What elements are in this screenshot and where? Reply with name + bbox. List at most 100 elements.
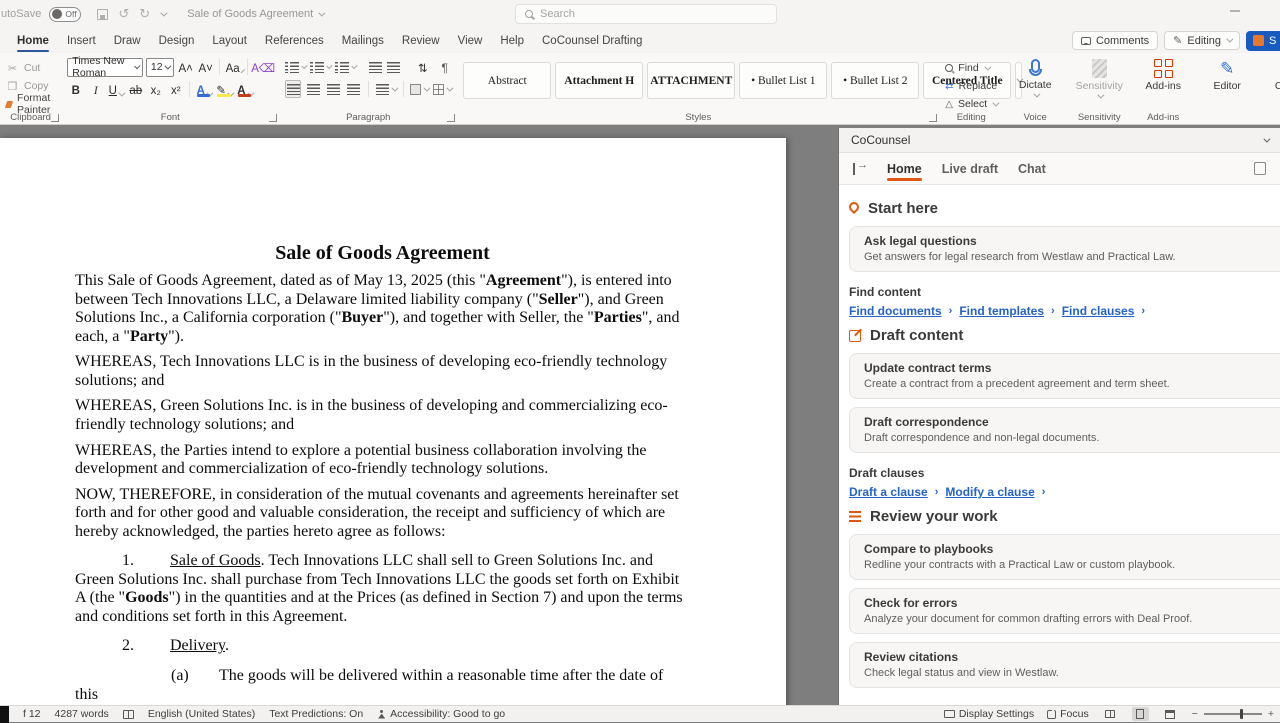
autosave-toggle[interactable]: Off: [49, 7, 81, 22]
multilevel-list-button[interactable]: [335, 58, 355, 76]
grow-font-button[interactable]: A˄: [177, 58, 194, 76]
addins-button[interactable]: Add-ins: [1137, 56, 1189, 92]
link-find-documents[interactable]: Find documents: [849, 304, 942, 318]
numbering-button[interactable]: [310, 58, 330, 76]
cocounsel-tab-home[interactable]: Home: [887, 155, 922, 183]
align-left-button[interactable]: [285, 80, 301, 98]
align-center-button[interactable]: [306, 80, 321, 98]
card-review-citations[interactable]: Review citationsCheck legal status and v…: [849, 642, 1280, 688]
font-name-combobox[interactable]: Times New Roman: [67, 58, 143, 77]
zoom-out-button[interactable]: −: [1192, 708, 1198, 720]
sensitivity-button[interactable]: Sensitivity: [1073, 56, 1125, 99]
share-button[interactable]: S: [1246, 31, 1280, 51]
tab-references[interactable]: References: [256, 28, 333, 53]
style-abstract[interactable]: Abstract: [463, 62, 551, 99]
clipboard-dialog-launcher[interactable]: [51, 114, 59, 122]
bold-button[interactable]: B: [67, 80, 84, 98]
bullets-button[interactable]: [285, 58, 305, 76]
web-layout-button[interactable]: [1162, 707, 1179, 721]
undo-icon[interactable]: ↺: [118, 6, 129, 22]
comments-button[interactable]: Comments: [1072, 31, 1158, 50]
focus-button[interactable]: Focus: [1047, 708, 1089, 720]
card-draft-correspondence[interactable]: Draft correspondenceDraft correspondence…: [849, 407, 1280, 453]
cocounsel-tab-live-draft[interactable]: Live draft: [942, 155, 998, 183]
shading-button[interactable]: [410, 80, 428, 98]
font-dialog-launcher[interactable]: [269, 114, 277, 122]
copilot-button[interactable]: Copilot: [1265, 56, 1280, 92]
cut-button[interactable]: ✂ Cut: [6, 60, 55, 76]
card-compare-to-playbooks[interactable]: Compare to playbooksRedline your contrac…: [849, 534, 1280, 580]
change-case-button[interactable]: Aa: [225, 58, 242, 76]
justify-button[interactable]: [346, 80, 361, 98]
tab-insert[interactable]: Insert: [58, 28, 105, 53]
style-bullet-list-1[interactable]: • Bullet List 1: [739, 62, 827, 99]
card-update-contract-terms[interactable]: Update contract termsCreate a contract f…: [849, 353, 1280, 399]
underline-button[interactable]: U: [107, 80, 124, 98]
search-input[interactable]: Search: [515, 4, 777, 24]
increase-indent-button[interactable]: [387, 58, 400, 76]
read-mode-button[interactable]: [1102, 707, 1119, 721]
save-icon[interactable]: [97, 9, 108, 20]
proofing-status[interactable]: [123, 710, 134, 719]
document-title-menu[interactable]: Sale of Goods Agreement: [187, 8, 323, 20]
font-color-button[interactable]: A: [236, 80, 253, 98]
panel-chevron-down-icon[interactable]: [1263, 135, 1270, 142]
card-check-for-errors[interactable]: Check for errorsAnalyze your document fo…: [849, 588, 1280, 634]
highlight-button[interactable]: ✎: [215, 80, 233, 98]
editing-mode-button[interactable]: ✎ Editing: [1164, 31, 1240, 50]
print-layout-button[interactable]: [1132, 707, 1149, 721]
strikethrough-button[interactable]: ab: [127, 80, 144, 98]
line-spacing-button[interactable]: [376, 80, 396, 98]
editor-button[interactable]: ✎ Editor: [1201, 56, 1253, 92]
style-bullet-list-2[interactable]: • Bullet List 2: [831, 62, 919, 99]
clear-formatting-button[interactable]: A⌫: [253, 58, 273, 76]
styles-dialog-launcher[interactable]: [929, 114, 937, 122]
show-formatting-marks-button[interactable]: ¶: [436, 58, 453, 76]
tab-layout[interactable]: Layout: [203, 28, 256, 53]
paragraph-dialog-launcher[interactable]: [447, 114, 455, 122]
dictate-button[interactable]: Dictate: [1009, 56, 1061, 98]
font-size-combobox[interactable]: 12: [146, 58, 174, 77]
superscript-button[interactable]: x²: [167, 80, 184, 98]
format-painter-button[interactable]: Format Painter: [6, 96, 55, 112]
cocounsel-tab-chat[interactable]: Chat: [1018, 155, 1046, 183]
collapse-panel-icon[interactable]: [853, 163, 867, 175]
redo-icon[interactable]: ↻: [139, 6, 150, 22]
quick-access-caret-icon[interactable]: [161, 9, 168, 16]
panel-book-icon[interactable]: [1254, 162, 1266, 175]
tab-cocounsel-drafting[interactable]: CoCounsel Drafting: [533, 28, 651, 53]
minimize-button[interactable]: [1230, 10, 1240, 12]
accessibility-status[interactable]: Accessibility: Good to go: [377, 708, 505, 720]
document-page[interactable]: Sale of Goods Agreement This Sale of Goo…: [0, 138, 786, 705]
link-modify-a-clause[interactable]: Modify a clause: [945, 485, 1034, 499]
subscript-button[interactable]: x₂: [147, 80, 164, 98]
tab-design[interactable]: Design: [150, 28, 204, 53]
tab-home[interactable]: Home: [8, 28, 58, 53]
text-predictions[interactable]: Text Predictions: On: [269, 708, 363, 720]
card-ask-legal-questions[interactable]: Ask legal questionsGet answers for legal…: [849, 226, 1280, 272]
tab-draw[interactable]: Draw: [105, 28, 150, 53]
word-count[interactable]: 4287 words: [55, 708, 109, 720]
link-find-clauses[interactable]: Find clauses: [1062, 304, 1135, 318]
link-find-templates[interactable]: Find templates: [959, 304, 1044, 318]
borders-button[interactable]: [433, 80, 451, 98]
tab-mailings[interactable]: Mailings: [333, 28, 393, 53]
link-draft-a-clause[interactable]: Draft a clause: [849, 485, 928, 499]
align-right-button[interactable]: [326, 80, 341, 98]
select-button[interactable]: △Select: [945, 96, 997, 112]
decrease-indent-button[interactable]: [369, 58, 382, 76]
find-button[interactable]: Find: [945, 60, 997, 76]
style-attachment[interactable]: ATTACHMENT: [647, 62, 735, 99]
italic-button[interactable]: I: [87, 80, 104, 98]
shrink-font-button[interactable]: A˅: [197, 58, 214, 76]
page-indicator[interactable]: f 12: [23, 708, 41, 720]
zoom-slider-handle[interactable]: [1240, 709, 1244, 719]
sort-button[interactable]: ⇅: [414, 58, 431, 76]
zoom-slider[interactable]: [1204, 713, 1262, 715]
display-settings-button[interactable]: Display Settings: [944, 708, 1034, 720]
tab-view[interactable]: View: [449, 28, 492, 53]
tab-review[interactable]: Review: [393, 28, 449, 53]
replace-button[interactable]: ⇄Replace: [945, 78, 997, 94]
tab-help[interactable]: Help: [491, 28, 533, 53]
language-indicator[interactable]: English (United States): [148, 708, 255, 720]
